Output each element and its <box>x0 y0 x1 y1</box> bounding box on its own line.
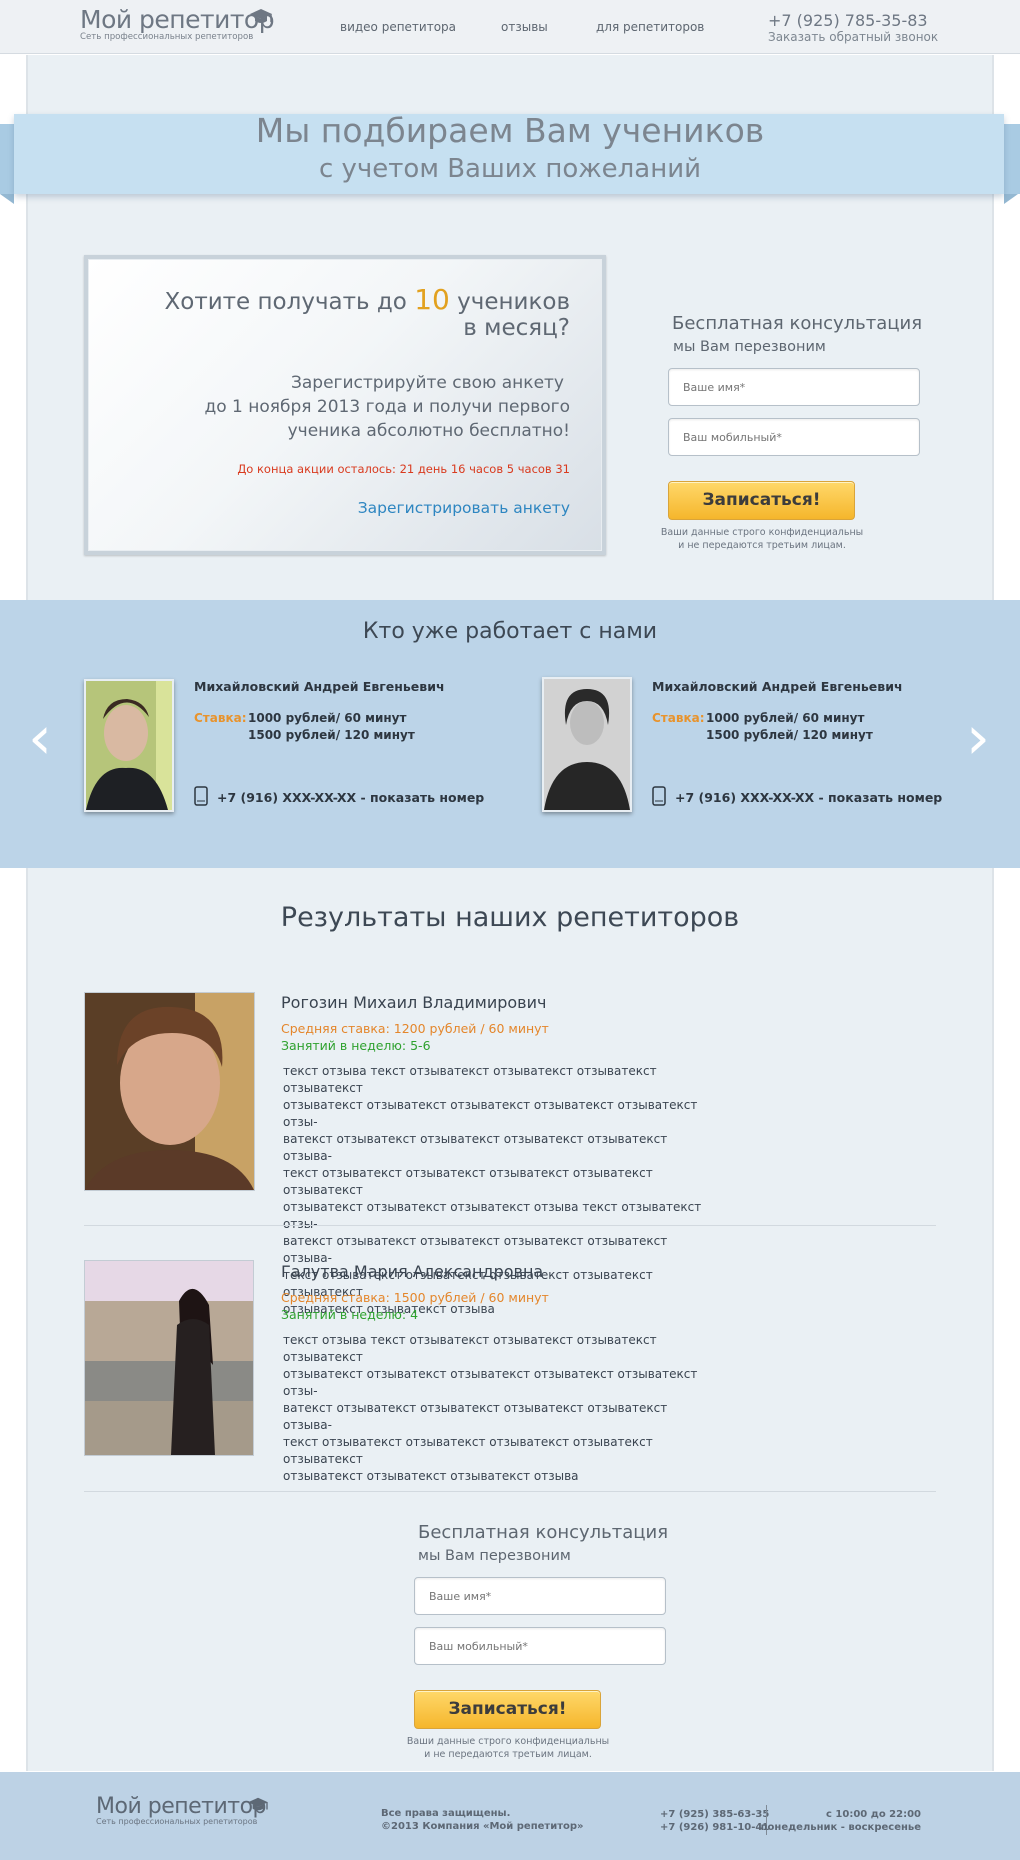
footer-logo-subtitle: Сеть профессиональных репетиторов <box>96 1817 258 1826</box>
consult-title-bottom: Бесплатная консультация <box>418 1522 669 1543</box>
phone-input-bottom[interactable] <box>415 1628 665 1664</box>
nav-video[interactable]: видео репетитора <box>340 20 456 34</box>
result-portrait-image <box>85 993 254 1190</box>
chevron-right-icon[interactable]: › <box>966 708 990 768</box>
promo-headline-after: учеников <box>457 289 570 315</box>
footer-rights: Все права защищены. <box>381 1808 511 1819</box>
review-line: отзыватекст отзыватекст отзыватекст отзы… <box>283 1098 698 1129</box>
consult-subtitle-bottom: мы Вам перезвоним <box>418 1548 571 1564</box>
footer-phone2[interactable]: +7 (926) 981-10-41 <box>660 1821 769 1834</box>
phone-field[interactable] <box>668 418 920 456</box>
promo-headline-before: Хотите получать до <box>164 289 407 315</box>
promo-body-line3: ученика абсолютно бесплатно! <box>287 421 570 441</box>
consult-subtitle: мы Вам перезвоним <box>673 339 826 355</box>
tutor-photo[interactable] <box>84 679 174 812</box>
tutor-rate2: 1500 рублей/ 120 минут <box>248 728 415 742</box>
promo-body-line1: Зарегистрируйте свою анкету <box>290 373 564 393</box>
chevron-left-icon[interactable]: ‹ <box>28 708 52 768</box>
divider <box>84 1225 936 1226</box>
tutor-photo[interactable] <box>542 677 632 812</box>
result-review: текст отзыва текст отзыватекст отзыватек… <box>283 1332 713 1485</box>
graduation-cap-icon <box>248 1797 268 1811</box>
privacy-note: Ваши данные строго конфиденциальны и не … <box>640 526 884 552</box>
nav-reviews[interactable]: отзывы <box>501 20 548 34</box>
review-line: ватекст отзыватекст отзыватекст отзывате… <box>283 1401 668 1432</box>
result-portrait-image <box>85 1261 253 1455</box>
review-line: текст отзыва текст отзыватекст отзыватек… <box>283 1333 657 1364</box>
tutor-portrait-image <box>544 679 630 810</box>
header-logo[interactable]: Мой репетитор Сеть профессиональных репе… <box>80 5 275 42</box>
result-photo <box>84 1260 254 1456</box>
footer-logo[interactable]: Мой репетитор Сеть профессиональных репе… <box>96 1794 268 1826</box>
hero-title: Мы подбираем Вам учеников <box>255 111 765 150</box>
result-name: Рогозин Михаил Владимирович <box>281 993 547 1012</box>
promo-headline-line2: в месяц? <box>463 315 570 341</box>
phone-input[interactable] <box>669 419 919 455</box>
nav-for-tutors[interactable]: для репетиторов <box>596 20 704 34</box>
graduation-cap-icon <box>250 9 272 23</box>
footer-logo-title: Мой репетитор <box>96 1794 267 1819</box>
name-field-bottom[interactable] <box>414 1577 666 1615</box>
tutor-rate-label: Ставка: <box>194 711 247 725</box>
phone-field-bottom[interactable] <box>414 1627 666 1665</box>
result-name: Галутва Мария Александровна <box>281 1262 544 1281</box>
tutor-rate2: 1500 рублей/ 120 минут <box>706 728 873 742</box>
privacy-note-line2: и не передаются третьим лицам. <box>678 540 846 551</box>
tutors-title: Кто уже работает с нами <box>362 619 658 644</box>
footer-phone1[interactable]: +7 (925) 385-63-35 <box>660 1808 769 1821</box>
review-line: ватекст отзыватекст отзыватекст отзывате… <box>283 1132 668 1163</box>
review-line: текст отзыватекст отзыватекст отзыватекс… <box>283 1435 653 1466</box>
name-input[interactable] <box>669 369 919 405</box>
tutor-phone-reveal[interactable]: +7 (916) XXX-XX-XX - показать номер <box>675 790 942 805</box>
tutor-rate-label: Ставка: <box>652 711 705 725</box>
tutor-name: Михайловский Андрей Евгеньевич <box>652 679 903 694</box>
callback-link[interactable]: Заказать обратный звонок <box>768 30 938 44</box>
promo-countdown: До конца акции осталось: 21 день 16 часо… <box>237 462 570 476</box>
promo-box: Хотите получать до 10 учеников в месяц? … <box>84 255 606 555</box>
tutor-phone-reveal[interactable]: +7 (916) XXX-XX-XX - показать номер <box>217 790 484 805</box>
promo-body-line2: до 1 ноября 2013 года и получи первого <box>204 397 570 417</box>
site-footer: Мой репетитор Сеть профессиональных репе… <box>0 1772 1020 1860</box>
banner-fold-left <box>0 194 14 204</box>
mobile-phone-icon <box>194 786 208 806</box>
result-photo <box>84 992 255 1191</box>
name-field[interactable] <box>668 368 920 406</box>
promo-headline-number: 10 <box>414 283 450 316</box>
result-rate: Средняя ставка: 1500 рублей / 60 минут <box>281 1290 549 1305</box>
privacy-note-line2: и не передаются третьим лицам. <box>424 1749 592 1760</box>
review-line: отзыватекст отзыватекст отзыватекст отзы… <box>283 1200 702 1231</box>
name-input-bottom[interactable] <box>415 1578 665 1614</box>
privacy-note-bottom: Ваши данные строго конфиденциальны и не … <box>386 1735 630 1761</box>
logo-subtitle: Сеть профессиональных репетиторов <box>80 32 254 42</box>
footer-days: понедельник - воскресенье <box>760 1822 921 1833</box>
logo-title: Мой репетитор <box>80 5 275 34</box>
banner-fold-right <box>1004 194 1018 204</box>
hero-subtitle: с учетом Ваших пожеланий <box>318 154 701 184</box>
footer-copyright: ©2013 Компания «Мой репетитор» <box>381 1821 584 1832</box>
signup-button-bottom[interactable]: Записаться! <box>414 1690 601 1729</box>
review-line: текст отзыва текст отзыватекст отзыватек… <box>283 1064 657 1095</box>
signup-button[interactable]: Записаться! <box>668 481 855 520</box>
register-link[interactable]: Зарегистрировать анкету <box>358 499 570 517</box>
tutor-portrait-image <box>86 681 172 810</box>
review-line: текст отзыватекст отзыватекст отзыватекс… <box>283 1166 653 1197</box>
results-title: Результаты наших репетиторов <box>280 902 740 933</box>
tutor-name: Михайловский Андрей Евгеньевич <box>194 679 445 694</box>
result-rate: Средняя ставка: 1200 рублей / 60 минут <box>281 1021 549 1036</box>
header-phone[interactable]: +7 (925) 785-35-83 <box>768 11 928 30</box>
tutor-rate1: 1000 рублей/ 60 минут <box>248 711 407 725</box>
footer-hours: с 10:00 до 22:00 <box>826 1809 921 1820</box>
result-lessons: Занятий в неделю: 5-6 <box>281 1038 431 1053</box>
review-line: отзыватекст отзыватекст отзыватекст отзы… <box>283 1469 579 1483</box>
review-line: отзыватекст отзыватекст отзыватекст отзы… <box>283 1367 698 1398</box>
tutor-rate1: 1000 рублей/ 60 минут <box>706 711 865 725</box>
promo-headline: Хотите получать до 10 учеников <box>164 283 570 316</box>
privacy-note-line1: Ваши данные строго конфиденциальны <box>660 527 864 538</box>
mobile-phone-icon <box>652 786 666 806</box>
divider <box>84 1491 936 1492</box>
consult-title: Бесплатная консультация <box>672 313 923 334</box>
privacy-note-line1: Ваши данные строго конфиденциальны <box>406 1736 610 1747</box>
result-lessons: Занятий в неделю: 4 <box>281 1307 419 1322</box>
site-header: Мой репетитор Сеть профессиональных репе… <box>0 0 1020 54</box>
